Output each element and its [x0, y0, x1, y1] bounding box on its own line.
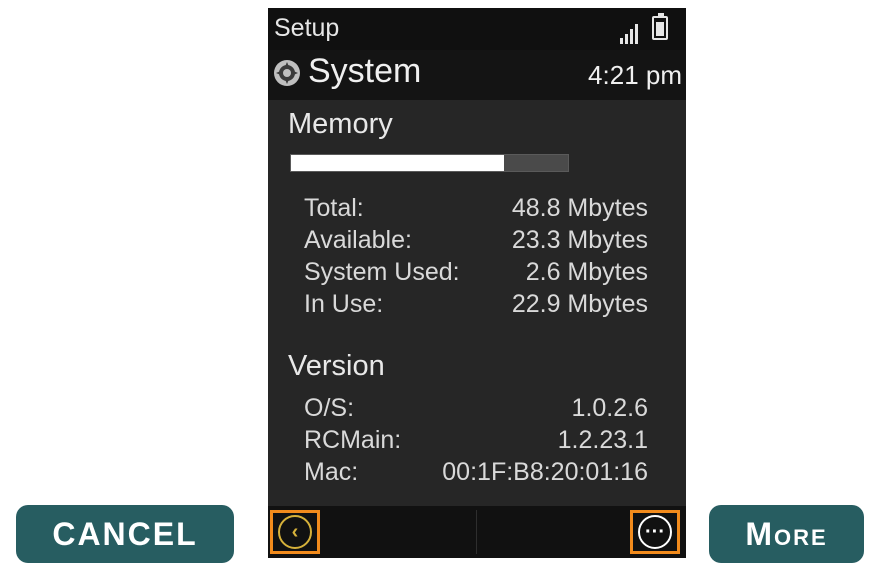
chevron-left-icon: ‹ — [278, 515, 312, 549]
memory-usage-fill — [291, 155, 505, 171]
version-row-os: O/S: 1.0.2.6 — [304, 394, 648, 426]
more-softkey-button[interactable]: ··· — [630, 510, 680, 554]
row-label: O/S: — [304, 394, 355, 422]
row-value: 2.6 Mbytes — [525, 258, 648, 286]
cancel-button[interactable]: CANCEL — [16, 505, 234, 563]
row-value: 00:1F:B8:20:01:16 — [442, 458, 648, 486]
version-row-mac: Mac: 00:1F:B8:20:01:16 — [304, 458, 648, 490]
row-value: 22.9 Mbytes — [511, 290, 648, 318]
more-button[interactable]: More — [709, 505, 864, 563]
memory-usage-bar — [290, 154, 569, 172]
clock-time: 4:21 pm — [588, 60, 682, 90]
battery-icon — [652, 13, 668, 40]
bottom-softkey-bar: ‹ ··· — [268, 506, 686, 558]
more-dots-icon: ··· — [638, 515, 672, 549]
row-value: 23.3 Mbytes — [511, 226, 648, 254]
memory-row-in-use: In Use: 22.9 Mbytes — [304, 290, 648, 322]
page-title: System — [308, 52, 422, 90]
system-gear-icon — [274, 60, 300, 86]
row-label: In Use: — [304, 290, 384, 318]
version-heading: Version — [288, 350, 385, 382]
row-value: 1.2.23.1 — [557, 426, 648, 454]
memory-row-available: Available: 23.3 Mbytes — [304, 226, 648, 258]
version-row-rcmain: RCMain: 1.2.23.1 — [304, 426, 648, 458]
row-label: System Used: — [304, 258, 460, 286]
screen-header: System 4:21 pm — [268, 50, 686, 100]
back-softkey-button[interactable]: ‹ — [270, 510, 320, 554]
memory-heading: Memory — [288, 108, 393, 140]
row-value: 1.0.2.6 — [571, 394, 648, 422]
row-value: 48.8 Mbytes — [511, 194, 648, 222]
row-label: Total: — [304, 194, 364, 222]
memory-row-system-used: System Used: 2.6 Mbytes — [304, 258, 648, 290]
memory-row-total: Total: 48.8 Mbytes — [304, 194, 648, 226]
row-label: Mac: — [304, 458, 359, 486]
signal-bars-icon — [620, 22, 642, 44]
status-title: Setup — [274, 14, 340, 42]
softkey-divider — [476, 510, 477, 554]
row-label: Available: — [304, 226, 412, 254]
device-screen: Setup System 4:21 pm Memory Total: 48.8 … — [268, 8, 686, 558]
row-label: RCMain: — [304, 426, 402, 454]
status-bar: Setup — [268, 8, 686, 50]
